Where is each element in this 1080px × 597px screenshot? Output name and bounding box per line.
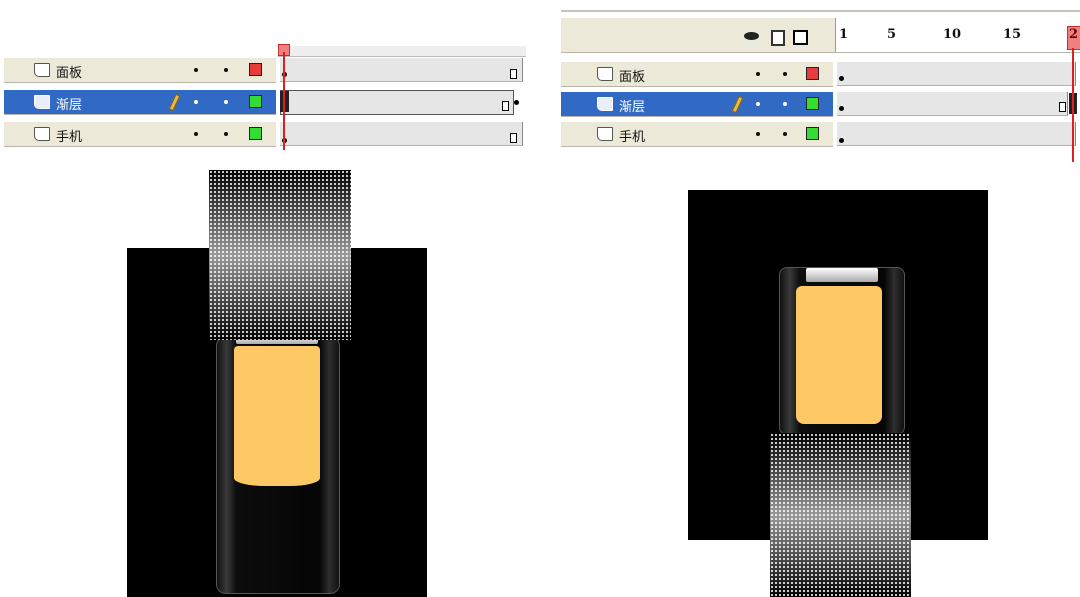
layer-name: 渐层 xyxy=(619,100,646,115)
layer-name: 手机 xyxy=(619,130,646,145)
gradient-mask-strip xyxy=(209,170,351,340)
playhead-line xyxy=(283,52,285,150)
visibility-dot[interactable] xyxy=(194,68,198,72)
layer-frames[interactable] xyxy=(837,92,1068,116)
layer-icon xyxy=(597,127,613,141)
layer-icon xyxy=(597,67,613,81)
layer-row-phone[interactable]: 手机 xyxy=(561,122,1080,147)
frame-number: 1 xyxy=(839,27,849,42)
lock-dot[interactable] xyxy=(224,132,228,136)
outline-color-swatch[interactable] xyxy=(249,63,262,76)
layer-row-gradient[interactable]: 渐层 xyxy=(561,92,1080,117)
frame-number: 2 xyxy=(1069,27,1079,42)
visibility-dot[interactable] xyxy=(756,102,760,106)
layer-name: 渐层 xyxy=(56,98,83,113)
layer-row-panel[interactable]: 面板 xyxy=(561,62,1080,87)
gradient-mask-strip xyxy=(770,433,911,597)
outline-color-swatch[interactable] xyxy=(806,67,819,80)
lock-dot[interactable] xyxy=(783,132,787,136)
phone-screen xyxy=(796,286,882,424)
timeline-panel-right: 1 5 10 15 2 面板 渐层 手机 xyxy=(561,10,1080,162)
layer-icon xyxy=(34,127,50,141)
outline-color-swatch[interactable] xyxy=(806,97,819,110)
outline-color-swatch[interactable] xyxy=(806,127,819,140)
layer-frames[interactable] xyxy=(280,122,523,146)
layer-icon xyxy=(597,97,613,111)
frame-end-marker xyxy=(510,133,517,143)
visibility-dot[interactable] xyxy=(194,132,198,136)
lock-dot[interactable] xyxy=(783,102,787,106)
layer-name: 面板 xyxy=(56,66,83,81)
layer-row-panel[interactable]: 面板 xyxy=(4,58,526,83)
playhead-line xyxy=(1072,48,1074,162)
frame-end-marker xyxy=(510,69,517,79)
lock-dot[interactable] xyxy=(783,72,787,76)
layer-icon xyxy=(34,63,50,77)
phone-screen xyxy=(234,346,320,486)
layer-frames[interactable] xyxy=(280,90,514,115)
keyframe[interactable] xyxy=(839,106,844,111)
frame-number: 15 xyxy=(1003,27,1022,42)
lock-dot[interactable] xyxy=(224,68,228,72)
frame-end-marker xyxy=(1059,102,1066,112)
timeline-ruler[interactable] xyxy=(278,46,526,57)
visibility-dot[interactable] xyxy=(756,132,760,136)
timeline-panel-left: 面板 渐层 手机 xyxy=(4,44,526,150)
keyframe[interactable] xyxy=(839,76,844,81)
layer-icon xyxy=(34,95,50,109)
frame-end-marker xyxy=(502,101,509,111)
layer-frames[interactable] xyxy=(837,122,1076,146)
layer-name: 面板 xyxy=(619,70,646,85)
keyframe[interactable] xyxy=(839,138,844,143)
lock-dot[interactable] xyxy=(224,100,228,104)
outline-color-swatch[interactable] xyxy=(249,127,262,140)
phone-hinge xyxy=(806,268,878,282)
layer-name: 手机 xyxy=(56,130,83,145)
layer-frames[interactable] xyxy=(837,62,1076,86)
layer-row-phone[interactable]: 手机 xyxy=(4,122,526,147)
visibility-dot[interactable] xyxy=(756,72,760,76)
layer-frames[interactable] xyxy=(280,58,523,82)
frame-number: 10 xyxy=(943,27,962,42)
outline-icon[interactable] xyxy=(793,30,808,45)
layer-row-gradient[interactable]: 渐层 xyxy=(4,90,526,115)
keyframe[interactable] xyxy=(514,100,519,105)
frame-number: 5 xyxy=(887,27,897,42)
lock-icon[interactable] xyxy=(771,30,785,46)
visibility-dot[interactable] xyxy=(194,100,198,104)
outline-color-swatch[interactable] xyxy=(249,95,262,108)
eye-icon[interactable] xyxy=(744,32,759,40)
